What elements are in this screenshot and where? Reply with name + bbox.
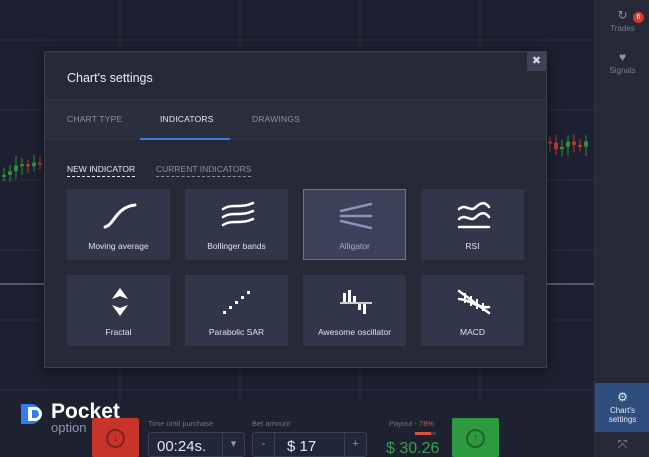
- gears-icon: ⚙: [617, 390, 628, 404]
- indicator-label: Awesome oscillator: [317, 327, 392, 337]
- indicator-card-parabolic-sar[interactable]: Parabolic SAR: [185, 275, 288, 346]
- candle-body: [8, 171, 12, 175]
- time-label: Time until purchase: [148, 419, 214, 428]
- fullscreen-button[interactable]: ⤧: [595, 437, 649, 454]
- chart-settings-button[interactable]: ⚙ Chart's settings: [595, 383, 649, 432]
- dropdown-arrow-icon[interactable]: ▾: [222, 433, 244, 456]
- payout-percent: 78%: [419, 419, 435, 428]
- candle-body: [572, 141, 576, 145]
- indicator-card-rsi[interactable]: RSI: [421, 189, 524, 260]
- candle-body: [32, 162, 36, 167]
- indicator-card-fractal[interactable]: Fractal: [67, 275, 170, 346]
- indicator-label: Alligator: [339, 241, 370, 251]
- subtab-current-indicators[interactable]: CURRENT INDICATORS: [156, 164, 252, 177]
- logo-word-option: option: [51, 420, 87, 435]
- modal-title: Chart's settings: [67, 71, 153, 85]
- arrow-down-icon: ↓: [106, 429, 125, 448]
- macd-icon: [457, 289, 491, 315]
- candle-body: [2, 174, 6, 177]
- candle-body: [26, 164, 30, 167]
- payout-bar: [415, 432, 436, 435]
- chart-settings-label-1: Chart's: [609, 406, 636, 415]
- alligator-icon: [339, 202, 373, 230]
- arrow-up-icon: ↑: [466, 429, 485, 448]
- trades-label: Trades: [610, 24, 635, 33]
- payout-label-text: Payout -: [389, 419, 417, 428]
- candle-body: [560, 146, 564, 150]
- bet-label: Bet amount: [252, 419, 291, 428]
- candle-body: [554, 142, 558, 150]
- tab-drawings[interactable]: DRAWINGS: [252, 114, 300, 124]
- indicator-card-bollinger-bands[interactable]: Bollinger bands: [185, 189, 288, 260]
- indicator-label: Bollinger bands: [207, 241, 266, 251]
- logo-icon: [21, 404, 42, 424]
- indicator-card-moving-average[interactable]: Moving average: [67, 189, 170, 260]
- candle-body: [38, 162, 42, 165]
- candle-body: [566, 141, 570, 147]
- indicator-card-awesome-oscillator[interactable]: Awesome oscillator: [303, 275, 406, 346]
- bet-plus-button[interactable]: +: [344, 433, 366, 456]
- tab-chart-type[interactable]: CHART TYPE: [67, 114, 122, 124]
- right-sidebar: ↻ Trades 6 ♥ Signals ⚙ Chart's settings …: [594, 0, 649, 457]
- candle-body: [548, 141, 552, 144]
- close-button[interactable]: ✖: [527, 52, 546, 71]
- rsi-icon: [457, 202, 491, 229]
- indicator-card-macd[interactable]: MACD: [421, 275, 524, 346]
- indicator-label: RSI: [465, 241, 480, 251]
- signals-button[interactable]: ♥ Signals: [595, 50, 649, 75]
- candle-body: [578, 144, 582, 147]
- time-value: 00:24s.: [157, 438, 207, 455]
- parabolic-sar-icon: [223, 291, 250, 314]
- trades-button[interactable]: ↻ Trades 6: [595, 8, 649, 33]
- candle-body: [20, 164, 24, 167]
- signals-label: Signals: [609, 66, 636, 75]
- chart-settings-label-2: settings: [608, 415, 637, 424]
- fractal-icon: [112, 288, 128, 316]
- tabs-bar: CHART TYPE INDICATORS DRAWINGS: [45, 99, 546, 140]
- moving-average-icon: [103, 203, 137, 229]
- heartbeat-icon: ♥: [618, 50, 627, 64]
- trades-badge: 6: [633, 12, 644, 23]
- bet-amount-field[interactable]: - $ 17 +: [252, 432, 367, 457]
- bet-value: $ 17: [287, 438, 317, 455]
- candle-body: [14, 165, 18, 172]
- buy-up-button[interactable]: ↑: [452, 418, 499, 457]
- expand-icon: ⤧: [617, 437, 628, 451]
- active-tab-underline: [140, 138, 230, 140]
- payout-value: $ 30.26: [386, 440, 440, 457]
- bollinger-bands-icon: [221, 201, 255, 227]
- subtab-new-indicator[interactable]: NEW INDICATOR: [67, 164, 136, 177]
- candle-body: [584, 141, 588, 147]
- bet-minus-button[interactable]: -: [253, 433, 275, 456]
- time-field[interactable]: 00:24s. ▾: [148, 432, 245, 457]
- payout-bar-fill: [415, 432, 432, 435]
- close-icon: ✖: [531, 55, 542, 67]
- awesome-oscillator-icon: [340, 290, 372, 314]
- indicator-label: MACD: [459, 327, 486, 337]
- indicator-label: Fractal: [105, 327, 132, 337]
- indicator-card-alligator[interactable]: Alligator: [303, 189, 406, 260]
- tab-indicators[interactable]: INDICATORS: [160, 114, 214, 124]
- indicator-label: Parabolic SAR: [208, 327, 265, 337]
- indicator-label: Moving average: [88, 241, 149, 251]
- payout-label: Payout - 78%: [389, 419, 434, 428]
- chart-settings-modal: Chart's settings ✖ CHART TYPE INDICATORS…: [44, 51, 547, 368]
